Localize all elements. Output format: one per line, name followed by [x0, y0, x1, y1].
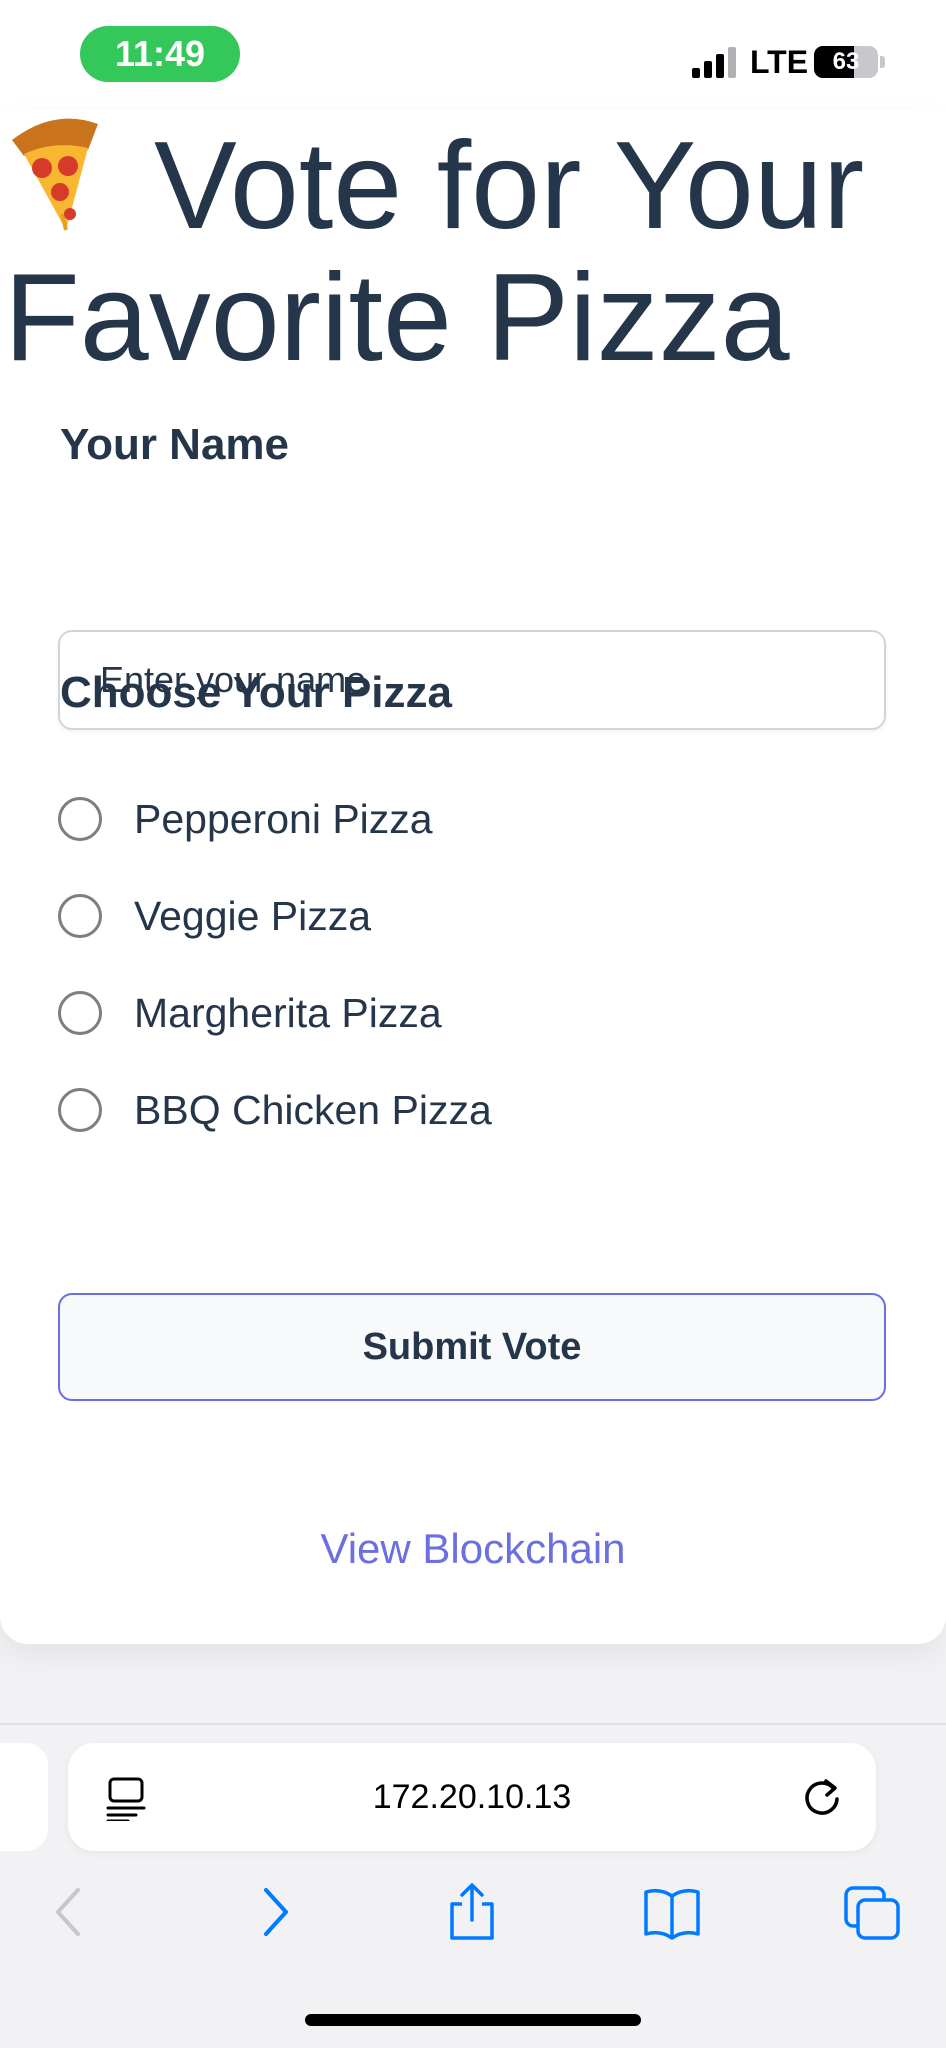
title-line-2: Favorite Pizza	[4, 249, 790, 387]
forward-button[interactable]	[244, 1882, 304, 1942]
back-icon	[56, 1888, 80, 1936]
vote-card: Vote for Your Favorite Pizza Your Name C…	[0, 110, 946, 1644]
toolbar-divider	[0, 1723, 946, 1725]
radio-button[interactable]	[58, 1088, 102, 1132]
option-bbq-chicken[interactable]: BBQ Chicken Pizza	[58, 1080, 758, 1140]
back-button[interactable]	[40, 1882, 100, 1942]
option-margherita[interactable]: Margherita Pizza	[58, 983, 758, 1043]
submit-vote-button[interactable]: Submit Vote	[58, 1293, 886, 1401]
view-blockchain-link[interactable]: View Blockchain	[0, 1525, 946, 1573]
tabs-icon	[844, 1886, 900, 1940]
battery-nub	[880, 56, 885, 68]
radio-button[interactable]	[58, 797, 102, 841]
previous-tab-peek[interactable]	[0, 1743, 48, 1851]
bookmarks-icon	[644, 1888, 700, 1940]
pizza-slice-icon	[4, 110, 104, 234]
option-label: Margherita Pizza	[134, 989, 442, 1036]
url-text: 172.20.10.13	[372, 1777, 572, 1816]
title-text-1: Vote for Your	[154, 117, 865, 255]
option-label: Veggie Pizza	[134, 892, 372, 939]
radio-button[interactable]	[58, 894, 102, 938]
option-veggie[interactable]: Veggie Pizza	[58, 886, 758, 946]
name-label: Your Name	[60, 420, 290, 469]
network-type: LTE	[750, 44, 809, 80]
address-bar[interactable]: 172.20.10.13	[68, 1743, 876, 1851]
status-time: 11:49	[80, 26, 240, 82]
page-title: Vote for Your Favorite Pizza	[4, 110, 934, 384]
tabs-button[interactable]	[842, 1882, 902, 1942]
share-icon	[450, 1883, 494, 1940]
forward-icon	[264, 1888, 288, 1936]
battery-level: 63	[832, 48, 860, 75]
option-pepperoni[interactable]: Pepperoni Pizza	[58, 789, 758, 849]
status-bar: 11:49 LTE 63	[0, 0, 946, 110]
home-indicator	[305, 2014, 641, 2026]
option-label: Pepperoni Pizza	[134, 795, 433, 842]
radio-button[interactable]	[58, 991, 102, 1035]
signal-bars-icon	[692, 47, 736, 78]
title-line-1: Vote for Your	[4, 110, 934, 252]
reload-icon[interactable]	[800, 1775, 844, 1819]
bookmarks-button[interactable]	[642, 1882, 702, 1942]
share-button[interactable]	[442, 1882, 502, 1942]
option-label: BBQ Chicken Pizza	[134, 1086, 492, 1133]
choose-pizza-label: Choose Your Pizza	[60, 668, 453, 717]
battery-icon: 63	[814, 46, 878, 78]
